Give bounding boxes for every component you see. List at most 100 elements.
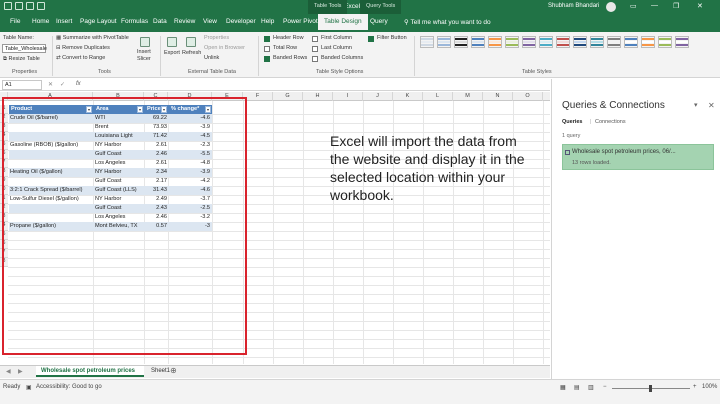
table-style-swatch[interactable]	[471, 36, 485, 48]
table-style-swatch[interactable]	[522, 36, 536, 48]
tab-formulas[interactable]: Formulas	[121, 18, 148, 25]
zoom-level[interactable]: 100%	[702, 384, 717, 390]
page-layout-view-icon[interactable]: ▤	[574, 384, 580, 391]
ribbon-display-icon[interactable]: ▭	[630, 2, 637, 10]
table-style-swatch[interactable]	[539, 36, 553, 48]
page-break-view-icon[interactable]: ▥	[588, 384, 594, 391]
remove-duplicates-button[interactable]: ⊟ Remove Duplicates	[56, 45, 110, 51]
status-bar: Ready ▣ Accessibility: Good to go ▦ ▤ ▥ …	[0, 379, 720, 404]
column-header[interactable]: I	[333, 92, 363, 101]
table-style-swatch[interactable]	[437, 36, 451, 48]
properties-button[interactable]: Properties	[204, 35, 229, 41]
prev-sheet-icon[interactable]: ◀	[6, 368, 11, 375]
table-style-swatch[interactable]	[607, 36, 621, 48]
slicer-icon[interactable]	[140, 37, 150, 47]
tab-review[interactable]: Review	[174, 18, 195, 25]
total-row-checkbox[interactable]	[264, 46, 270, 52]
summarize-pivot-button[interactable]: ▦ Summarize with PivotTable	[56, 35, 129, 41]
undo-icon[interactable]	[26, 2, 34, 10]
table-style-swatch[interactable]	[675, 36, 689, 48]
export-icon[interactable]	[167, 37, 177, 47]
export-button[interactable]: Export	[164, 50, 180, 56]
insert-function-button[interactable]: fx	[76, 81, 81, 87]
tell-me-search[interactable]: ⚲ Tell me what you want to do	[404, 18, 491, 26]
column-header[interactable]: G	[273, 92, 303, 101]
pane-close-icon[interactable]: ✕	[708, 101, 715, 110]
tools-group-label: Tools	[98, 69, 111, 75]
tab-developer[interactable]: Developer	[226, 18, 256, 25]
tab-connections[interactable]: Connections	[595, 119, 626, 125]
column-header[interactable]: L	[423, 92, 453, 101]
zoom-in-icon[interactable]: +	[693, 384, 697, 390]
table-style-swatch[interactable]	[505, 36, 519, 48]
tab-view[interactable]: View	[203, 18, 217, 25]
table-style-swatch[interactable]	[573, 36, 587, 48]
filter-button-checkbox[interactable]	[368, 36, 374, 42]
column-header[interactable]: F	[243, 92, 273, 101]
convert-to-range-button[interactable]: ⇄ Convert to Range	[56, 55, 105, 61]
formula-cancel-icon[interactable]: ✕	[48, 81, 53, 88]
tab-insert[interactable]: Insert	[56, 18, 72, 25]
redo-icon[interactable]	[37, 2, 45, 10]
close-icon[interactable]: ✕	[697, 2, 703, 10]
save-icon[interactable]	[15, 2, 23, 10]
column-header[interactable]: M	[453, 92, 483, 101]
tab-file[interactable]: File	[10, 18, 20, 25]
tab-help[interactable]: Help	[261, 18, 274, 25]
table-style-swatch[interactable]	[624, 36, 638, 48]
open-in-browser-button[interactable]: Open in Browser	[204, 45, 245, 51]
normal-view-icon[interactable]: ▦	[560, 384, 566, 391]
tab-queries[interactable]: Queries	[562, 119, 582, 125]
sheet-tab-wholesale[interactable]: Wholesale spot petroleum prices	[36, 366, 144, 377]
tab-query[interactable]: Query	[370, 18, 388, 25]
accessibility-status[interactable]: Accessibility: Good to go	[36, 384, 102, 390]
user-name[interactable]: Shubham Bhandari	[548, 3, 599, 9]
resize-table-button[interactable]: ⧉ Resize Table	[3, 56, 40, 63]
macro-record-icon[interactable]: ▣	[26, 384, 32, 391]
query-count: 1 query	[562, 133, 581, 139]
insert-slicer-button[interactable]: Insert Slicer	[137, 49, 155, 63]
column-header[interactable]: H	[303, 92, 333, 101]
tab-home[interactable]: Home	[32, 18, 49, 25]
table-style-swatch[interactable]	[420, 36, 434, 48]
minimize-icon[interactable]: —	[651, 2, 658, 9]
maximize-icon[interactable]: ❐	[673, 2, 679, 10]
table-style-swatch[interactable]	[590, 36, 604, 48]
unlink-button[interactable]: Unlink	[204, 55, 219, 61]
total-row-label: Total Row	[273, 45, 298, 51]
table-name-input[interactable]: Table_Wholesale	[2, 44, 47, 53]
avatar[interactable]	[606, 2, 616, 12]
banded-rows-checkbox[interactable]	[264, 56, 270, 62]
separator	[414, 36, 415, 76]
formula-enter-icon[interactable]: ✓	[60, 81, 65, 88]
tab-power-pivot[interactable]: Power Pivot	[283, 18, 318, 25]
zoom-out-icon[interactable]: −	[603, 384, 607, 390]
table-style-swatch[interactable]	[488, 36, 502, 48]
column-header[interactable]: N	[483, 92, 513, 101]
first-column-checkbox[interactable]	[312, 36, 318, 42]
table-style-swatch[interactable]	[658, 36, 672, 48]
column-header[interactable]: K	[393, 92, 423, 101]
column-header[interactable]: J	[363, 92, 393, 101]
name-box[interactable]: A1	[2, 80, 42, 90]
tab-table-design[interactable]: Table Design	[318, 14, 368, 32]
worksheet-grid[interactable]: A B C D E F G H I J K L M N O P	[0, 92, 550, 364]
tab-page-layout[interactable]: Page Layout	[80, 18, 117, 25]
tab-data[interactable]: Data	[153, 18, 167, 25]
add-sheet-icon[interactable]: ⊕	[170, 366, 177, 375]
autosave-icon[interactable]	[4, 2, 12, 10]
refresh-button[interactable]: Refresh	[182, 50, 201, 56]
table-style-swatch[interactable]	[641, 36, 655, 48]
banded-columns-checkbox[interactable]	[312, 56, 318, 62]
zoom-slider-thumb[interactable]	[649, 385, 652, 392]
column-header[interactable]: P	[543, 92, 550, 101]
table-style-swatch[interactable]	[454, 36, 468, 48]
refresh-icon[interactable]	[186, 37, 196, 47]
header-row-checkbox[interactable]	[264, 36, 270, 42]
pane-options-icon[interactable]: ▾	[694, 101, 698, 109]
next-sheet-icon[interactable]: ▶	[18, 368, 23, 375]
column-header[interactable]: O	[513, 92, 543, 101]
table-style-swatch[interactable]	[556, 36, 570, 48]
last-column-checkbox[interactable]	[312, 46, 318, 52]
query-item[interactable]: Wholesale spot petroleum prices, 06/... …	[562, 144, 714, 170]
